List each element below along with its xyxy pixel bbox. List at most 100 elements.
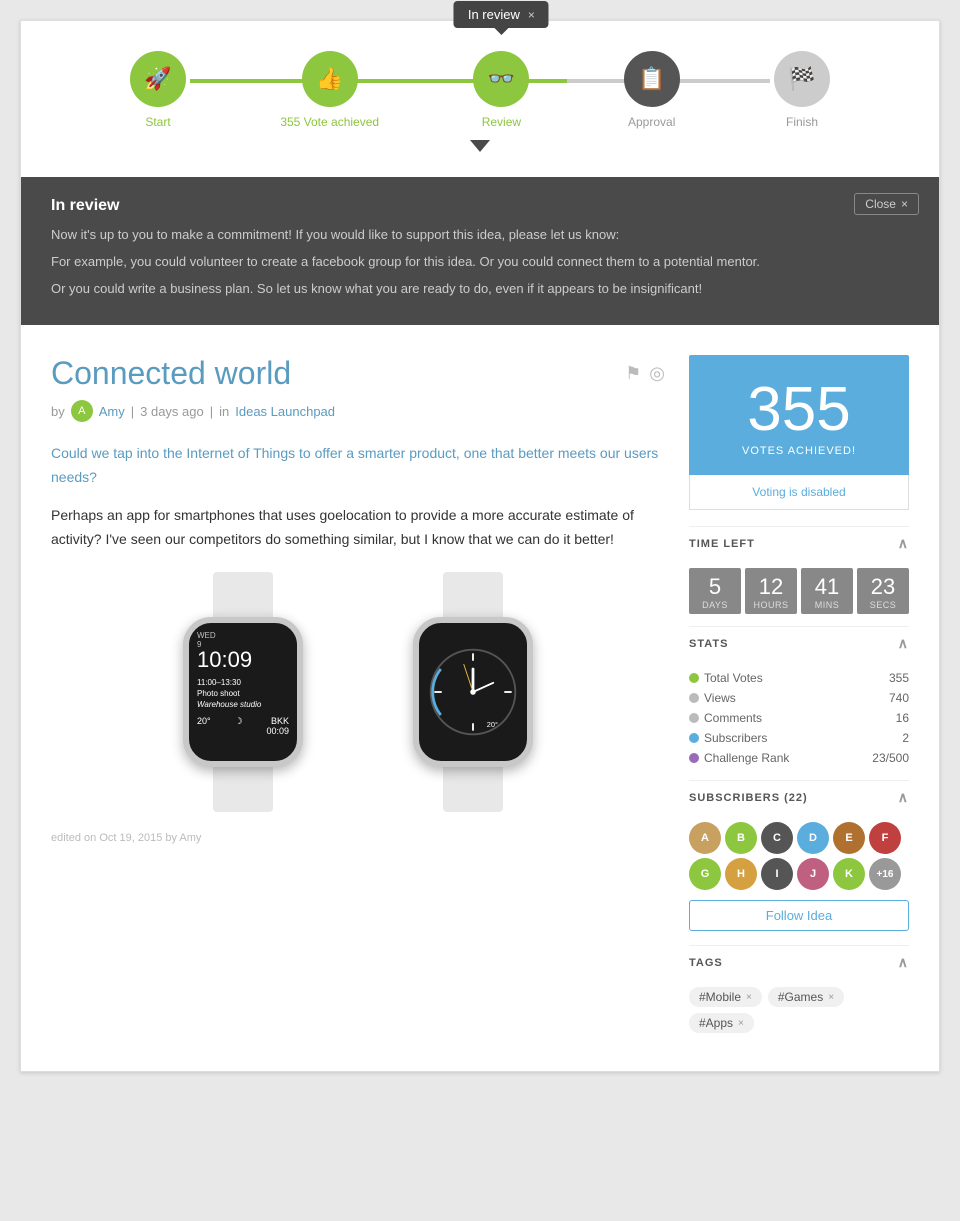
follow-idea-button[interactable]: Follow Idea: [689, 900, 909, 931]
watch-1-screen: WED 9 10:09 11:00–13:30 Photo shoot Ware…: [189, 623, 297, 761]
info-box-close-button[interactable]: Close ×: [854, 193, 919, 215]
watch-1-event-loc: Warehouse studio: [197, 699, 289, 710]
step-start-label: Start: [145, 115, 170, 129]
stat-rank-value: 23/500: [872, 751, 909, 765]
watch-1-date: WED: [197, 631, 289, 640]
author-avatar: A: [71, 400, 93, 422]
author-name[interactable]: Amy: [99, 404, 125, 419]
sub-avatar-2: B: [725, 822, 757, 854]
meta-separator-2: |: [210, 404, 213, 419]
watch-1-weather: 20° ☽ BKK 00:09: [197, 716, 289, 736]
idea-body-para-2: Perhaps an app for smartphones that uses…: [51, 504, 665, 552]
watch-1-band-bottom: [213, 767, 273, 812]
stat-subscribers-value: 2: [902, 731, 909, 745]
stat-total-votes-value: 355: [889, 671, 909, 685]
tag-games-label: #Games: [778, 990, 823, 1004]
time-ago: 3 days ago: [140, 404, 204, 419]
progress-section: 🚀 Start 👍 355 Vote achieved In review × …: [21, 21, 939, 177]
countdown-days-num: 5: [693, 576, 737, 598]
close-label: Close: [865, 197, 896, 211]
step-approval-circle: 📋: [624, 51, 680, 107]
countdown-days: 5 DAYS: [689, 568, 741, 614]
stats-header[interactable]: STATS ∧: [689, 626, 909, 660]
watch-2-screen: 20°: [419, 623, 527, 761]
countdown-hours: 12 HOURS: [745, 568, 797, 614]
stats-label: STATS: [689, 638, 728, 650]
stat-total-votes-label: Total Votes: [689, 671, 763, 685]
info-box: Close × In review Now it's up to you to …: [21, 177, 939, 325]
idea-icons: ⚑ ◎: [625, 363, 665, 384]
tag-mobile-close[interactable]: ×: [746, 992, 752, 1003]
category-link[interactable]: Ideas Launchpad: [235, 404, 335, 419]
step-review-circle: 👓: [473, 51, 529, 107]
step-vote-circle: 👍: [302, 51, 358, 107]
stat-subscribers: Subscribers 2: [689, 728, 909, 748]
subscribers-header[interactable]: SUBSCRIBERS (22) ∧: [689, 780, 909, 814]
subscribers-chevron: ∧: [898, 789, 909, 806]
watch-2-band-top: [443, 572, 503, 617]
watch-1-time: 10:09: [197, 649, 289, 671]
sub-avatar-5: E: [833, 822, 865, 854]
tag-apps: #Apps ×: [689, 1013, 754, 1033]
countdown-secs-num: 23: [861, 576, 905, 598]
stat-dot-views: [689, 693, 699, 703]
step-review: In review × 👓 Review: [473, 51, 529, 129]
close-icon: ×: [901, 197, 908, 211]
subscribers-label: SUBSCRIBERS (22): [689, 792, 808, 804]
tooltip-close-icon[interactable]: ×: [528, 8, 535, 22]
stat-views-label: Views: [689, 691, 736, 705]
flag-icon[interactable]: ⚑: [625, 363, 641, 384]
stat-views: Views 740: [689, 688, 909, 708]
stat-total-votes: Total Votes 355: [689, 668, 909, 688]
watch-1: WED 9 10:09 11:00–13:30 Photo shoot Ware…: [143, 572, 343, 812]
tooltip-bubble: In review ×: [454, 1, 549, 28]
svg-text:20°: 20°: [487, 720, 498, 729]
info-box-line-3: Or you could write a business plan. So l…: [51, 279, 909, 300]
tag-mobile-label: #Mobile: [699, 990, 741, 1004]
info-box-title: In review: [51, 197, 909, 215]
idea-body: Could we tap into the Internet of Things…: [51, 442, 665, 551]
countdown-days-label: DAYS: [693, 600, 737, 610]
sub-avatar-4: D: [797, 822, 829, 854]
stats-chevron: ∧: [898, 635, 909, 652]
vote-box: 355 VOTES ACHIEVED!: [689, 355, 909, 475]
sub-avatar-11: K: [833, 858, 865, 890]
progress-steps: 🚀 Start 👍 355 Vote achieved In review × …: [130, 51, 830, 129]
stat-dot-votes: [689, 673, 699, 683]
watch-1-event-time: 11:00–13:30: [197, 677, 289, 688]
tag-games-close[interactable]: ×: [828, 992, 834, 1003]
time-left-chevron: ∧: [898, 535, 909, 552]
time-left-header[interactable]: TIME LEFT ∧: [689, 526, 909, 560]
tag-mobile: #Mobile ×: [689, 987, 762, 1007]
vote-label: VOTES ACHIEVED!: [699, 445, 899, 457]
page-wrapper: 🚀 Start 👍 355 Vote achieved In review × …: [20, 20, 940, 1072]
stat-views-value: 740: [889, 691, 909, 705]
step-finish-label: Finish: [786, 115, 818, 129]
tags-label: TAGS: [689, 957, 723, 969]
tag-apps-label: #Apps: [699, 1016, 733, 1030]
info-box-line-2: For example, you could volunteer to crea…: [51, 252, 909, 273]
sub-avatar-6: F: [869, 822, 901, 854]
idea-title: Connected world: [51, 355, 291, 392]
watch-2-body: 20°: [413, 617, 533, 767]
step-review-label: Review: [482, 115, 521, 129]
sub-avatar-8: H: [725, 858, 757, 890]
watch-container: WED 9 10:09 11:00–13:30 Photo shoot Ware…: [51, 572, 665, 812]
countdown-mins-num: 41: [805, 576, 849, 598]
sub-avatar-3: C: [761, 822, 793, 854]
right-column: 355 VOTES ACHIEVED! Voting is disabled T…: [689, 355, 909, 1041]
tag-apps-close[interactable]: ×: [738, 1018, 744, 1029]
idea-meta: by A Amy | 3 days ago | in Ideas Launchp…: [51, 400, 665, 422]
tags-chevron: ∧: [898, 954, 909, 971]
edit-icon[interactable]: ◎: [649, 363, 665, 384]
tags-header[interactable]: TAGS ∧: [689, 945, 909, 979]
time-left-label: TIME LEFT: [689, 538, 755, 550]
tooltip-arrow: [470, 140, 490, 152]
idea-body-para-1: Could we tap into the Internet of Things…: [51, 442, 665, 490]
watch-1-icon: ☽: [235, 716, 243, 736]
stat-comments-value: 16: [896, 711, 909, 725]
watch-1-time2: 00:09: [266, 726, 289, 736]
watch-1-event-name: Photo shoot: [197, 688, 289, 699]
tag-games: #Games ×: [768, 987, 844, 1007]
voting-disabled: Voting is disabled: [689, 475, 909, 510]
